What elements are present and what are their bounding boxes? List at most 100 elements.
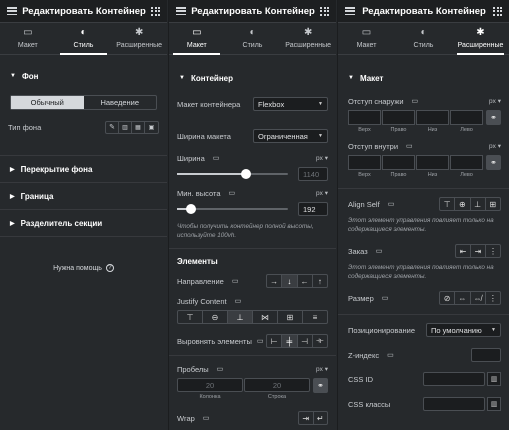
cssid-input[interactable] bbox=[423, 372, 485, 386]
desktop-icon[interactable]: ▭ bbox=[203, 414, 210, 422]
width-input[interactable]: 1140 bbox=[298, 167, 328, 181]
video-icon[interactable]: ▦ bbox=[132, 121, 145, 133]
hamburger-icon[interactable] bbox=[176, 7, 186, 15]
tab-style[interactable]: ◐ Стиль bbox=[56, 23, 112, 55]
container-layout-select[interactable]: Flexbox ▼ bbox=[253, 97, 328, 111]
margin-bottom-input[interactable] bbox=[416, 110, 449, 125]
order-first-icon[interactable]: ⇤ bbox=[456, 245, 471, 257]
desktop-icon[interactable]: ▭ bbox=[382, 294, 389, 302]
align-self-start-icon[interactable]: ⊤ bbox=[440, 198, 456, 210]
padding-left-input[interactable] bbox=[450, 155, 483, 170]
desktop-icon[interactable]: ▭ bbox=[406, 142, 413, 150]
gap-row-input[interactable]: 20 bbox=[244, 378, 310, 392]
justify-start-icon[interactable]: ⊤ bbox=[178, 311, 203, 323]
slider-knob[interactable] bbox=[240, 169, 251, 179]
section-container[interactable]: ▼ Контейнер bbox=[169, 72, 336, 84]
justify-center-icon[interactable]: ⊖ bbox=[203, 311, 228, 323]
grow-icon[interactable]: ⇔ bbox=[455, 292, 471, 304]
unit-selector[interactable]: px ▾ bbox=[489, 142, 501, 150]
more-icon[interactable]: ⋮ bbox=[486, 245, 500, 257]
desktop-icon[interactable]: ▭ bbox=[257, 337, 264, 345]
minheight-slider[interactable] bbox=[177, 204, 288, 214]
unit-selector[interactable]: px ▾ bbox=[316, 189, 328, 197]
position-select[interactable]: По умолчанию ▼ bbox=[426, 323, 501, 337]
hamburger-icon[interactable] bbox=[345, 7, 355, 15]
margin-right-input[interactable] bbox=[382, 110, 415, 125]
minheight-input[interactable]: 192 bbox=[298, 202, 328, 216]
padding-right-input[interactable] bbox=[382, 155, 415, 170]
trash-icon[interactable]: ▥ bbox=[487, 397, 501, 411]
brush-icon[interactable]: ✎ bbox=[106, 121, 119, 133]
tab-layout[interactable]: ▭ Макет bbox=[338, 23, 395, 54]
align-self-stretch-icon[interactable]: ⊞ bbox=[486, 198, 500, 210]
apps-grid-icon[interactable] bbox=[320, 6, 329, 16]
slider-knob[interactable] bbox=[186, 204, 197, 214]
gradient-icon[interactable]: ▥ bbox=[119, 121, 132, 133]
tab-advanced[interactable]: ✱ Расширенные bbox=[111, 23, 167, 54]
padding-bottom-input[interactable] bbox=[416, 155, 449, 170]
margin-left-input[interactable] bbox=[450, 110, 483, 125]
arrow-left-icon[interactable]: ← bbox=[298, 275, 313, 287]
desktop-icon[interactable]: ▭ bbox=[228, 189, 235, 197]
desktop-icon[interactable]: ▭ bbox=[387, 351, 394, 359]
tab-advanced[interactable]: ✱ Расширенные bbox=[452, 23, 509, 55]
align-stretch-icon[interactable]: ⟛ bbox=[313, 335, 327, 347]
desktop-icon[interactable]: ▭ bbox=[376, 247, 383, 255]
desktop-icon[interactable]: ▭ bbox=[412, 97, 419, 105]
gap-column-input[interactable]: 20 bbox=[177, 378, 243, 392]
section-overlay[interactable]: ▶ Перекрытие фона bbox=[0, 163, 167, 175]
arrow-right-icon[interactable]: → bbox=[267, 275, 283, 287]
no-grow-icon[interactable]: ⊘ bbox=[440, 292, 456, 304]
align-self-end-icon[interactable]: ⊥ bbox=[471, 198, 486, 210]
cssclass-input[interactable] bbox=[423, 397, 485, 411]
padding-top-input[interactable] bbox=[348, 155, 381, 170]
margin-top-input[interactable] bbox=[348, 110, 381, 125]
hover-tab[interactable]: Наведение bbox=[84, 96, 157, 109]
width-slider[interactable] bbox=[177, 169, 288, 179]
align-self-center-icon[interactable]: ⊕ bbox=[455, 198, 471, 210]
justify-between-icon[interactable]: ⋈ bbox=[253, 311, 278, 323]
desktop-icon[interactable]: ▭ bbox=[232, 277, 239, 285]
apps-grid-icon[interactable] bbox=[493, 6, 502, 16]
hamburger-icon[interactable] bbox=[7, 7, 17, 15]
justify-evenly-icon[interactable]: ≡ bbox=[303, 311, 327, 323]
link-icon[interactable]: ⚭ bbox=[486, 110, 501, 125]
apps-grid-icon[interactable] bbox=[151, 6, 160, 16]
section-background[interactable]: ▼ Фон bbox=[0, 70, 167, 82]
section-layout[interactable]: ▼ Макет bbox=[338, 72, 509, 84]
desktop-icon[interactable]: ▭ bbox=[388, 200, 395, 208]
arrow-down-icon[interactable]: ↓ bbox=[282, 275, 298, 287]
wrap-icon[interactable]: ↵ bbox=[314, 412, 328, 424]
align-center-icon[interactable]: ╪ bbox=[282, 335, 298, 347]
unit-selector[interactable]: px ▾ bbox=[316, 365, 328, 373]
unit-selector[interactable]: px ▾ bbox=[489, 97, 501, 105]
trash-icon[interactable]: ▥ bbox=[487, 372, 501, 386]
order-last-icon[interactable]: ⇥ bbox=[471, 245, 486, 257]
tab-advanced[interactable]: ✱ Расширенные bbox=[280, 23, 336, 54]
help-link[interactable]: Нужна помощь ? bbox=[0, 264, 167, 272]
more-icon[interactable]: ⋮ bbox=[486, 292, 500, 304]
tab-style[interactable]: ◐ Стиль bbox=[395, 23, 452, 54]
normal-tab[interactable]: Обычный bbox=[11, 96, 84, 109]
desktop-icon[interactable]: ▭ bbox=[213, 154, 220, 162]
nowrap-icon[interactable]: ⇥ bbox=[299, 412, 314, 424]
link-icon[interactable]: ⚭ bbox=[486, 155, 501, 170]
content-width-select[interactable]: Ограниченная ▼ bbox=[253, 129, 328, 143]
shrink-icon[interactable]: ⇎ bbox=[471, 292, 486, 304]
tab-style[interactable]: ◐ Стиль bbox=[225, 23, 281, 54]
zindex-input[interactable] bbox=[471, 348, 501, 362]
align-end-icon[interactable]: ⊣ bbox=[298, 335, 313, 347]
arrow-up-icon[interactable]: ↑ bbox=[313, 275, 327, 287]
unit-selector[interactable]: px ▾ bbox=[316, 154, 328, 162]
align-start-icon[interactable]: ⊢ bbox=[267, 335, 283, 347]
desktop-icon[interactable]: ▭ bbox=[217, 365, 224, 373]
link-icon[interactable]: ⚭ bbox=[313, 378, 328, 393]
section-border[interactable]: ▶ Граница bbox=[0, 190, 167, 202]
justify-around-icon[interactable]: ⊞ bbox=[278, 311, 303, 323]
justify-end-icon[interactable]: ⊥ bbox=[228, 311, 253, 323]
section-divider[interactable]: ▶ Разделитель секции bbox=[0, 217, 167, 229]
tab-layout[interactable]: ▭ Макет bbox=[169, 23, 225, 55]
desktop-icon[interactable]: ▭ bbox=[235, 297, 242, 305]
tab-layout[interactable]: ▭ Макет bbox=[0, 23, 56, 54]
slideshow-icon[interactable]: ▣ bbox=[145, 122, 158, 133]
